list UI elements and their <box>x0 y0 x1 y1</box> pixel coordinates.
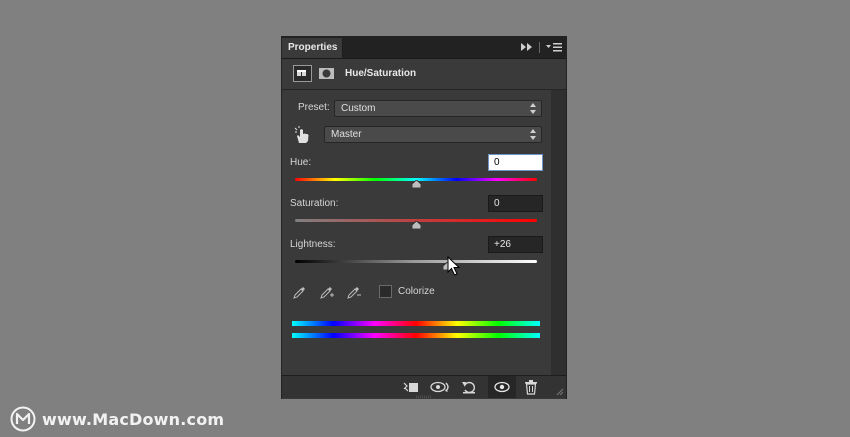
colorize-checkbox[interactable] <box>379 285 392 298</box>
output-color-bar <box>292 333 540 338</box>
lightness-input[interactable]: +26 <box>488 236 543 253</box>
view-previous-state-icon[interactable] <box>430 379 452 395</box>
layer-mask-icon[interactable] <box>317 65 336 82</box>
macdown-logo-icon <box>10 406 36 432</box>
colorize-label: Colorize <box>398 286 435 297</box>
input-color-bar <box>292 321 540 326</box>
lightness-label: Lightness: <box>290 239 336 250</box>
preset-select[interactable]: Custom <box>334 100 542 117</box>
watermark-text: www.MacDown.com <box>42 409 225 429</box>
saturation-label: Saturation: <box>290 198 339 209</box>
visibility-toggle[interactable] <box>488 376 516 398</box>
fast-forward-icon[interactable] <box>521 43 533 51</box>
panel-scrollbar[interactable] <box>551 90 566 375</box>
channel-select[interactable]: Master <box>324 126 542 143</box>
reset-icon[interactable] <box>460 379 478 395</box>
visibility-eye-icon <box>494 381 510 393</box>
tab-properties[interactable]: Properties <box>282 38 343 58</box>
panel-tab-bar: Properties <box>282 36 566 59</box>
saturation-input[interactable]: 0 <box>488 195 543 212</box>
panel-menu-icon[interactable] <box>546 42 562 52</box>
panel-tab-tools <box>521 40 562 54</box>
select-arrows-icon <box>530 129 536 140</box>
resize-grip-icon[interactable] <box>556 388 564 396</box>
panel-title: Hue/Saturation <box>345 68 417 79</box>
preset-label: Preset: <box>298 102 330 113</box>
tab-tools-divider <box>539 41 540 53</box>
mouse-cursor-icon <box>447 256 461 276</box>
hue-input[interactable]: 0 <box>488 154 543 171</box>
targeted-adjust-hand-icon[interactable] <box>292 125 312 145</box>
preset-value: Custom <box>341 103 376 114</box>
eyedropper-minus-icon[interactable] <box>346 284 362 300</box>
hue-label: Hue: <box>290 157 312 168</box>
lightness-slider-track[interactable] <box>295 260 537 263</box>
panel-header: Hue/Saturation <box>282 59 566 90</box>
adjustment-layer-icon[interactable] <box>293 65 312 82</box>
hue-slider-thumb[interactable] <box>411 180 421 188</box>
clip-to-layer-icon[interactable] <box>402 379 420 395</box>
watermark: www.MacDown.com <box>10 405 224 433</box>
saturation-slider-thumb[interactable] <box>411 221 421 229</box>
select-arrows-icon <box>530 103 536 114</box>
channel-value: Master <box>331 129 362 140</box>
trash-icon[interactable] <box>522 379 540 395</box>
properties-panel: Properties Hue/Saturation Preset: Custom… <box>281 36 567 399</box>
eyedropper-plus-icon[interactable] <box>319 284 335 300</box>
panel-resize-handle[interactable] <box>415 395 433 398</box>
eyedropper-icon[interactable] <box>292 284 308 300</box>
